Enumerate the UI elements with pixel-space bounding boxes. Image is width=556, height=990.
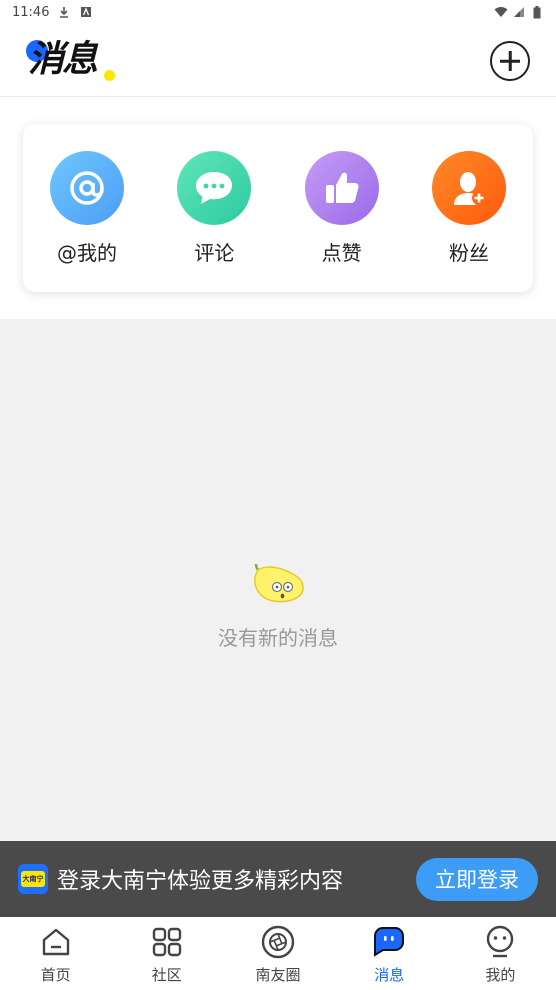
grid-icon [150,925,184,959]
empty-state-text: 没有新的消息 [218,626,338,650]
tab-mine[interactable]: 我的 [445,917,556,990]
category-fans[interactable]: 粉丝 [431,124,506,292]
lemon-mascot-icon [250,560,306,610]
at-icon [50,151,124,225]
status-bar: 11:46 [0,0,556,24]
app-logo-text: 大南宁 [21,871,45,887]
comment-bubble-icon [177,151,252,225]
bottom-tab-bar: 首页 社区 南友圈 消息 我的 [0,917,556,990]
login-banner: 大南宁 登录大南宁体验更多精彩内容 立即登录 [0,841,556,917]
header: 消息 [0,24,556,97]
notification-a-icon [79,5,93,19]
tab-label: 消息 [374,966,405,984]
aperture-icon [261,925,295,959]
signal-icon [512,5,526,19]
download-icon [57,5,71,19]
tab-label: 南友圈 [255,966,301,984]
category-at-me[interactable]: @我的 [50,124,124,292]
app-logo: 大南宁 [18,864,48,894]
category-comments[interactable]: 评论 [177,124,252,292]
tab-label: 社区 [151,966,182,984]
category-label: @我的 [57,241,117,265]
category-likes[interactable]: 点赞 [304,124,379,292]
plus-circle-icon[interactable] [490,41,530,81]
battery-icon [530,5,544,19]
tab-label: 首页 [40,966,71,984]
status-time: 11:46 [12,4,50,20]
face-icon [483,925,517,959]
page-title-text: 消息 [28,39,98,80]
title-yellow-dot [104,70,115,81]
thumbs-up-icon [304,151,379,225]
message-categories-card: @我的 评论 点赞 粉丝 [23,124,533,292]
login-now-button[interactable]: 立即登录 [416,857,538,901]
category-label: 评论 [194,241,235,265]
empty-state: 没有新的消息 [0,560,556,651]
category-label: 点赞 [321,241,362,265]
tab-label: 我的 [485,966,516,984]
tab-nanyou-circle[interactable]: 南友圈 [222,917,333,990]
category-label: 粉丝 [448,241,489,265]
message-icon [372,925,406,959]
tab-home[interactable]: 首页 [0,917,111,990]
tab-community[interactable]: 社区 [111,917,222,990]
page-title: 消息 [26,38,121,84]
home-icon [39,925,73,959]
message-categories-area: @我的 评论 点赞 粉丝 [0,97,556,319]
login-banner-text: 登录大南宁体验更多精彩内容 [57,869,344,894]
user-add-icon [431,151,506,225]
tab-messages[interactable]: 消息 [334,917,445,990]
wifi-icon [494,5,508,19]
